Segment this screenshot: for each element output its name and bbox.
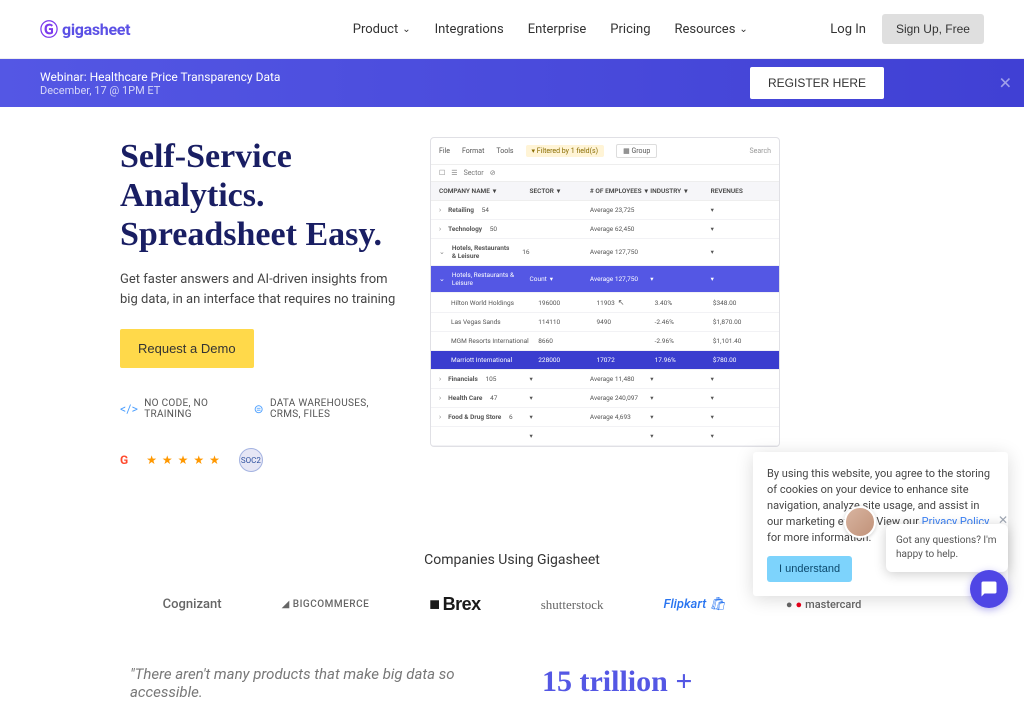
hero-section: Self-Service Analytics. Spreadsheet Easy… [0,107,1024,482]
logo-text: gigasheet [62,20,130,39]
big-stat: 15 trillion + [542,665,894,699]
row-retailing: ›Retailing 54 Average 23,725▾ [431,201,779,220]
close-icon[interactable]: ✕ [999,74,1012,93]
nav-pricing[interactable]: Pricing [610,22,650,37]
logo-cognizant: Cognizant [163,597,222,612]
hero-subtitle: Get faster answers and AI-driven insight… [120,270,400,309]
promo-banner: Webinar: Healthcare Price Transparency D… [0,59,1024,107]
request-demo-button[interactable]: Request a Demo [120,329,254,368]
company-logos: Cognizant ◢BIGCOMMERCE ■Brex shutterstoc… [0,594,1024,615]
quote-section: "There aren't many products that make bi… [130,665,482,701]
shot-search: Search [749,147,771,155]
row-healthcare: ›Health Care 47 ▾Average 240,097▾▾ [431,389,779,408]
soc2-badge: SOC2 [239,448,263,472]
row-hotels: ⌄Hotels, Restaurants & Leisure 16 Averag… [431,239,779,266]
banner-text-wrap: Webinar: Healthcare Price Transparency D… [40,70,280,97]
shot-file: File [439,147,450,155]
code-icon: </> [120,402,138,416]
star-rating: ★ ★ ★ ★ ★ [146,453,221,467]
g2-icon: G [120,453,128,467]
feature-nocode-label: NO CODE, NO TRAINING [144,398,233,420]
logo-mastercard: ●● mastercard [786,598,861,611]
col-revenues: REVENUES [711,187,771,195]
shot-tools: Tools [496,147,513,155]
features-row: </> NO CODE, NO TRAINING ⊜ DATA WAREHOUS… [120,398,400,420]
logo-shutterstock: shutterstock [541,597,604,613]
logo-bigcommerce: ◢BIGCOMMERCE [282,599,370,610]
col-sector: SECTOR▾ [530,187,590,195]
col-industry: INDUSTRY▾ [650,187,710,195]
database-icon: ⊜ [254,402,264,416]
quote-text: "There aren't many products that make bi… [130,665,482,701]
cookie-accept-button[interactable]: I understand [767,556,852,582]
row-empty: ▾▾▾ [431,427,779,446]
col-company: COMPANY NAME▾ [439,187,530,195]
chevron-down-icon: ⌄ [402,24,410,35]
hero-left: Self-Service Analytics. Spreadsheet Easy… [120,137,400,472]
row-hilton: Hilton World Holdings 196000 11903 ↖ 3.4… [431,293,779,313]
stats-section: "There aren't many products that make bi… [0,615,1024,701]
shot-header: COMPANY NAME▾ SECTOR▾ # OF EMPLOYEES▾ IN… [431,182,779,201]
login-link[interactable]: Log In [830,22,866,37]
shot-filter-badge: ▾ Filtered by 1 field(s) [526,145,605,157]
chat-fab-button[interactable] [970,570,1008,608]
nav-enterprise[interactable]: Enterprise [528,22,587,37]
logo-flipkart: Flipkart 🛍 [664,597,726,612]
row-financials: ›Financials 105 ▾Average 11,480▾▾ [431,370,779,389]
stats-right: 15 trillion + [542,665,894,701]
chat-icon [980,580,998,598]
navbar: Ⓖ gigasheet Product ⌄ Integrations Enter… [0,0,1024,59]
hero-right: File Format Tools ▾ Filtered by 1 field(… [430,137,904,472]
row-hotels-expanded-header: ⌄Hotels, Restaurants & Leisure Count ▾ A… [431,266,779,293]
nav-product-label: Product [353,22,398,37]
row-technology: ›Technology 50 Average 62,450▾ [431,220,779,239]
nav-right: Log In Sign Up, Free [830,14,984,44]
chat-text: Got any questions? I'm happy to help. [896,535,997,560]
row-mgm: MGM Resorts International 8660 -2.96% $1… [431,332,779,351]
feature-data-label: DATA WAREHOUSES, CRMS, FILES [270,398,400,420]
nav-resources[interactable]: Resources ⌄ [675,22,748,37]
logo-icon: Ⓖ [40,16,58,42]
logo-brex: ■Brex [429,594,480,615]
chat-popup: ✕ Got any questions? I'm happy to help. [886,524,1008,572]
close-icon[interactable]: ✕ [998,512,1008,529]
banner-title: Webinar: Healthcare Price Transparency D… [40,70,280,84]
reviews-row: G ★ ★ ★ ★ ★ SOC2 [120,448,400,472]
app-screenshot: File Format Tools ▾ Filtered by 1 field(… [430,137,780,447]
shot-row2: ☐☰Sector⊘ [431,165,779,182]
feature-nocode: </> NO CODE, NO TRAINING [120,398,234,420]
nav-center: Product ⌄ Integrations Enterprise Pricin… [353,22,748,37]
nav-product[interactable]: Product ⌄ [353,22,411,37]
nav-integrations[interactable]: Integrations [435,22,504,37]
nav-resources-label: Resources [675,22,736,37]
shot-group-badge: ▦ Group [616,144,657,158]
row-marriott: Marriott International 228000 17072 17.9… [431,351,779,370]
register-button[interactable]: REGISTER HERE [750,67,884,99]
nav-left: Ⓖ gigasheet [40,16,130,42]
col-employees: # OF EMPLOYEES▾ [590,187,650,195]
brand-logo[interactable]: Ⓖ gigasheet [40,16,130,42]
shot-toolbar: File Format Tools ▾ Filtered by 1 field(… [431,138,779,165]
hero-title: Self-Service Analytics. Spreadsheet Easy… [120,137,400,254]
chevron-down-icon: ⌄ [739,24,747,35]
shot-format: Format [462,147,484,155]
row-food: ›Food & Drug Store 6 ▾Average 4,693▾▾ [431,408,779,427]
chat-avatar [844,506,876,538]
feature-data: ⊜ DATA WAREHOUSES, CRMS, FILES [254,398,400,420]
signup-button[interactable]: Sign Up, Free [882,14,984,44]
banner-subtitle: December, 17 @ 1PM ET [40,84,280,97]
row-vegas: Las Vegas Sands 114110 9490 -2.46% $1,87… [431,313,779,332]
